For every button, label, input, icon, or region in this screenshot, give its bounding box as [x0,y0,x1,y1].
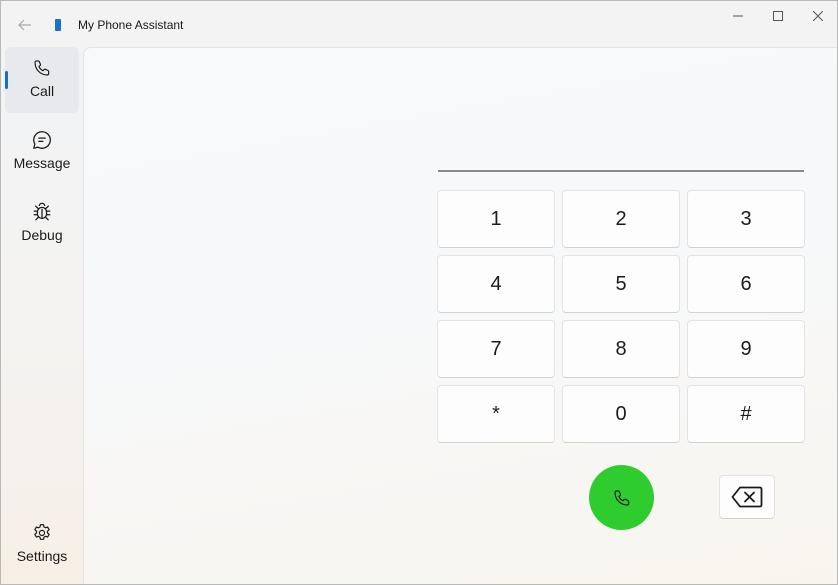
phone-number-input[interactable] [438,170,804,172]
key-2[interactable]: 2 [562,190,680,248]
backspace-button[interactable] [719,475,775,519]
key-9[interactable]: 9 [687,320,805,378]
key-5[interactable]: 5 [562,255,680,313]
sidebar-item-label: Call [29,83,55,99]
sidebar-item-message[interactable]: Message [5,119,79,185]
minimize-button[interactable] [718,1,758,31]
key-6[interactable]: 6 [687,255,805,313]
message-icon [31,129,53,151]
sidebar-item-label: Message [13,155,71,171]
sidebar-item-settings[interactable]: Settings [5,512,79,578]
sidebar-item-debug[interactable]: Debug [5,191,79,257]
minimize-icon [733,15,743,17]
key-1[interactable]: 1 [437,190,555,248]
dialer-page: 1 2 3 4 5 6 7 8 9 * 0 # [83,47,837,584]
app-logo-icon [55,19,61,31]
back-button[interactable] [13,13,37,37]
app-window: My Phone Assistant Call Message Debug Se… [0,0,838,585]
nav-sidebar: Call Message Debug Settings [1,47,83,584]
selection-indicator [5,71,8,89]
arrow-left-icon [18,19,31,31]
key-8[interactable]: 8 [562,320,680,378]
bug-icon [31,201,53,223]
call-button[interactable] [589,465,654,530]
phone-icon [31,57,53,79]
backspace-icon [731,486,763,508]
key-0[interactable]: 0 [562,385,680,443]
phone-icon [613,489,629,506]
title-bar: My Phone Assistant [1,1,837,47]
sidebar-item-label: Debug [21,227,63,243]
window-title: My Phone Assistant [78,18,184,32]
close-icon [813,11,823,21]
maximize-button[interactable] [758,1,798,31]
key-hash[interactable]: # [687,385,805,443]
maximize-icon [773,11,783,21]
close-button[interactable] [798,1,837,31]
key-4[interactable]: 4 [437,255,555,313]
sidebar-item-call[interactable]: Call [5,47,79,113]
gear-icon [31,522,53,544]
key-7[interactable]: 7 [437,320,555,378]
key-star[interactable]: * [437,385,555,443]
sidebar-item-label: Settings [16,548,68,564]
key-3[interactable]: 3 [687,190,805,248]
